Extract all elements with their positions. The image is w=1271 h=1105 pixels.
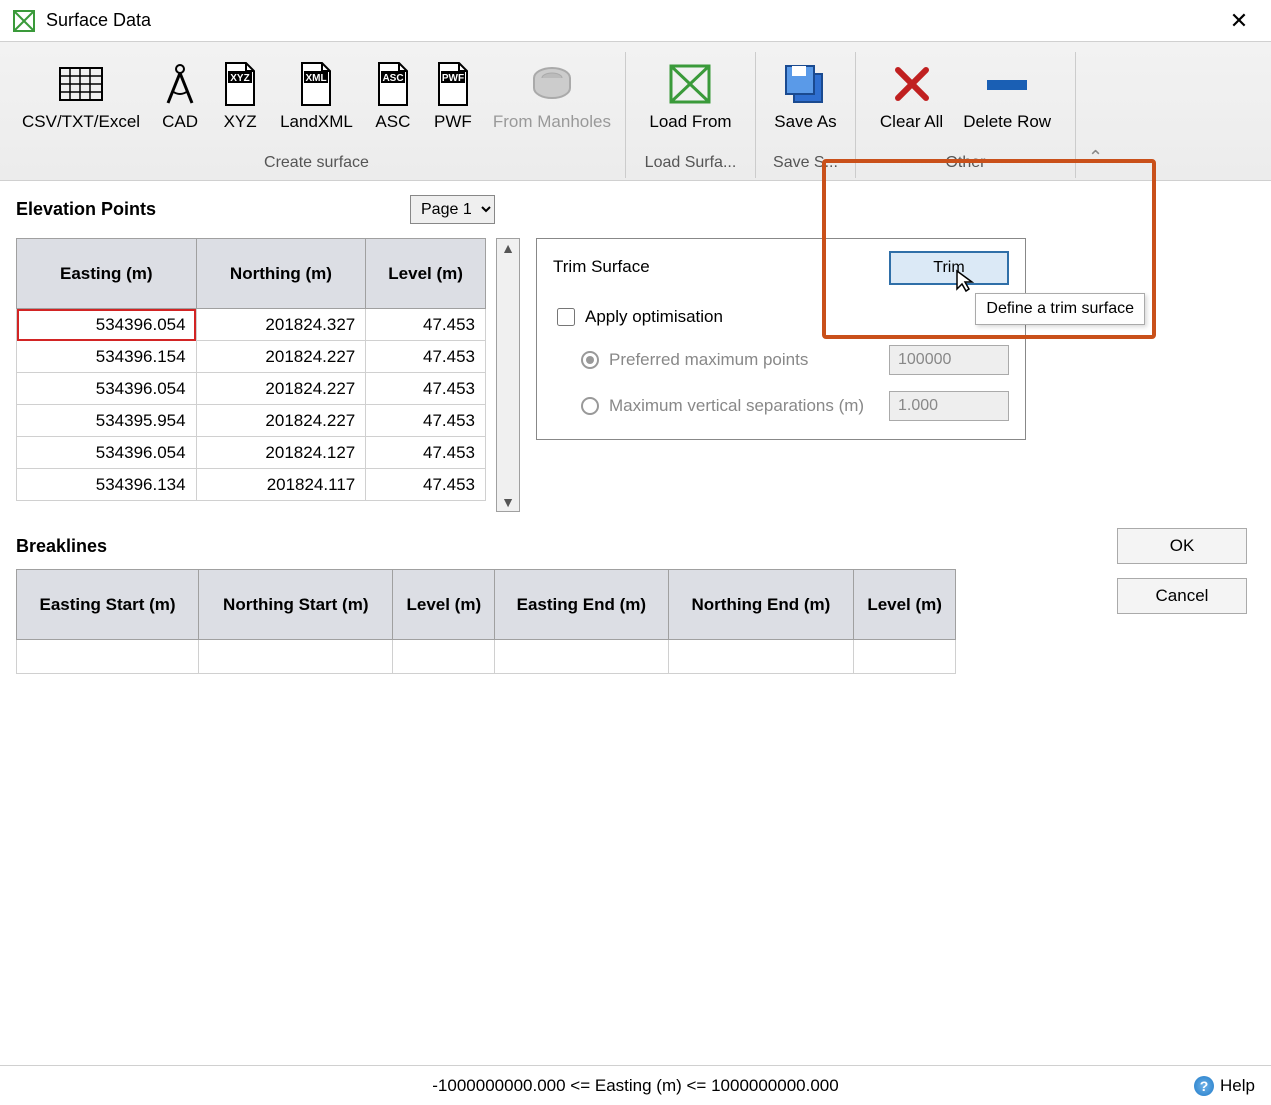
- tooltip: Define a trim surface: [975, 293, 1145, 325]
- save-icon: [782, 56, 828, 112]
- landxml-button[interactable]: XML LandXML: [272, 52, 361, 140]
- xml-file-icon: XML: [296, 56, 336, 112]
- help-icon: ?: [1194, 1076, 1214, 1096]
- group-label-create: Create surface: [14, 140, 619, 178]
- max-vertical-sep-label: Maximum vertical separations (m): [609, 396, 864, 416]
- table-row[interactable]: 534396.054201824.32747.453: [17, 309, 486, 341]
- col-easting: Easting (m): [17, 239, 197, 309]
- grid-icon: [58, 56, 104, 112]
- group-label-save: Save S...: [762, 140, 849, 178]
- trim-panel: Trim Surface Trim Define a trim surface …: [536, 238, 1026, 440]
- scroll-down-icon: ▼: [501, 495, 515, 509]
- from-manholes-button[interactable]: From Manholes: [485, 52, 619, 140]
- pwf-button[interactable]: PWF PWF: [425, 52, 481, 140]
- cancel-button[interactable]: Cancel: [1117, 578, 1247, 614]
- elevation-table[interactable]: Easting (m) Northing (m) Level (m) 53439…: [16, 238, 486, 501]
- ok-button[interactable]: OK: [1117, 528, 1247, 564]
- elevation-points-label: Elevation Points: [16, 199, 156, 220]
- trim-surface-label: Trim Surface: [553, 257, 650, 277]
- group-label-load: Load Surfa...: [632, 140, 749, 178]
- page-select[interactable]: Page 1: [410, 195, 495, 224]
- pwf-file-icon: PWF: [433, 56, 473, 112]
- delete-x-icon: [892, 56, 932, 112]
- status-text: -1000000000.000 <= Easting (m) <= 100000…: [432, 1076, 838, 1096]
- bl-col-4: Northing End (m): [668, 570, 854, 640]
- svg-text:ASC: ASC: [382, 73, 403, 84]
- surface-icon: [667, 56, 713, 112]
- trim-button[interactable]: Trim: [889, 251, 1009, 285]
- table-scrollbar[interactable]: ▲ ▼: [496, 238, 520, 512]
- minus-icon: [983, 56, 1031, 112]
- bl-col-5: Level (m): [854, 570, 956, 640]
- table-row[interactable]: 534396.054201824.12747.453: [17, 437, 486, 469]
- breaklines-label: Breaklines: [16, 536, 107, 556]
- apply-optimisation-checkbox[interactable]: [557, 308, 575, 326]
- svg-text:XML: XML: [306, 73, 327, 84]
- max-vertical-sep-input[interactable]: [889, 391, 1009, 421]
- save-as-button[interactable]: Save As: [766, 52, 844, 140]
- preferred-max-points-label: Preferred maximum points: [609, 350, 808, 370]
- clear-all-button[interactable]: Clear All: [872, 52, 951, 140]
- delete-row-button[interactable]: Delete Row: [955, 52, 1059, 140]
- compass-icon: [160, 56, 200, 112]
- xyz-button[interactable]: XYZ XYZ: [212, 52, 268, 140]
- group-label-other: Other: [862, 140, 1069, 178]
- xyz-file-icon: XYZ: [220, 56, 260, 112]
- manhole-icon: [529, 56, 575, 112]
- table-row[interactable]: 534396.134201824.11747.453: [17, 469, 486, 501]
- chevron-up-icon: ⌃: [1088, 147, 1103, 168]
- col-northing: Northing (m): [196, 239, 366, 309]
- max-vertical-sep-radio[interactable]: [581, 397, 599, 415]
- bl-col-1: Northing Start (m): [199, 570, 393, 640]
- table-row[interactable]: [17, 640, 956, 674]
- preferred-max-points-radio[interactable]: [581, 351, 599, 369]
- asc-button[interactable]: ASC ASC: [365, 52, 421, 140]
- table-row[interactable]: 534395.954201824.22747.453: [17, 405, 486, 437]
- titlebar: Surface Data ✕: [0, 0, 1271, 42]
- ribbon-collapse[interactable]: ⌃: [1076, 147, 1115, 178]
- svg-text:PWF: PWF: [442, 73, 464, 84]
- bl-col-0: Easting Start (m): [17, 570, 199, 640]
- bl-col-3: Easting End (m): [495, 570, 668, 640]
- preferred-max-points-input[interactable]: [889, 345, 1009, 375]
- breaklines-table[interactable]: Easting Start (m) Northing Start (m) Lev…: [16, 569, 956, 674]
- csv-txt-excel-button[interactable]: CSV/TXT/Excel: [14, 52, 148, 140]
- col-level: Level (m): [366, 239, 486, 309]
- apply-optimisation-label: Apply optimisation: [585, 307, 723, 327]
- load-from-button[interactable]: Load From: [641, 52, 739, 140]
- cad-button[interactable]: CAD: [152, 52, 208, 140]
- svg-text:XYZ: XYZ: [230, 73, 249, 84]
- table-row[interactable]: 534396.154201824.22747.453: [17, 341, 486, 373]
- app-icon: [12, 9, 36, 33]
- scroll-up-icon: ▲: [501, 241, 515, 255]
- help-link[interactable]: ? Help: [1194, 1076, 1255, 1096]
- close-button[interactable]: ✕: [1219, 8, 1259, 34]
- window-title: Surface Data: [46, 10, 151, 31]
- ribbon: CSV/TXT/Excel CAD XYZ XYZ XML LandXML: [0, 42, 1271, 181]
- table-row[interactable]: 534396.054201824.22747.453: [17, 373, 486, 405]
- bl-col-2: Level (m): [393, 570, 495, 640]
- asc-file-icon: ASC: [373, 56, 413, 112]
- statusbar: -1000000000.000 <= Easting (m) <= 100000…: [0, 1065, 1271, 1105]
